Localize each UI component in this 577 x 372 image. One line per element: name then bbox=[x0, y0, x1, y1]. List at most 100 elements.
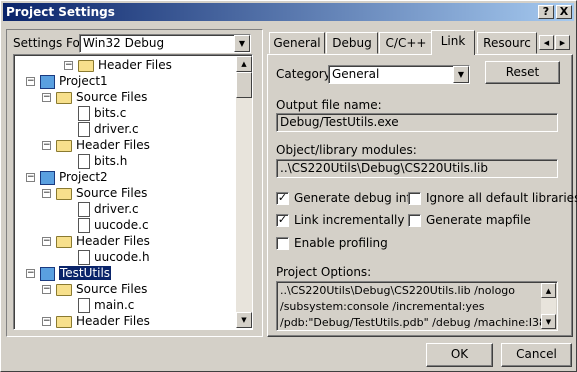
output-file-field[interactable]: Debug/TestUtils.exe bbox=[276, 113, 558, 132]
file-icon bbox=[78, 154, 90, 169]
file-icon bbox=[78, 298, 90, 313]
settings-for-combo[interactable]: Win32 Debug ▼ bbox=[79, 34, 251, 53]
file-icon bbox=[78, 106, 90, 121]
category-combo[interactable]: General ▼ bbox=[328, 65, 470, 84]
tree-folder-item[interactable]: Source Files bbox=[56, 89, 147, 105]
enable-profiling-label: Enable profiling bbox=[294, 236, 388, 250]
tab-debug[interactable]: Debug bbox=[326, 32, 378, 54]
collapse-icon[interactable]: − bbox=[26, 269, 35, 278]
file-icon bbox=[78, 202, 90, 217]
help-button[interactable]: ? bbox=[538, 5, 554, 19]
collapse-icon[interactable]: − bbox=[42, 93, 51, 102]
tab-resource[interactable]: Resourc bbox=[477, 32, 537, 54]
tree-item-label: bits.c bbox=[94, 106, 127, 120]
tree-project-item[interactable]: TestUtils bbox=[40, 265, 113, 281]
tree-project-item[interactable]: Project1 bbox=[40, 73, 108, 89]
tree-item-label: driver.c bbox=[94, 202, 139, 216]
link-incrementally-checkbox[interactable]: ✓ bbox=[276, 214, 289, 227]
scroll-down-icon[interactable]: ▼ bbox=[236, 312, 252, 328]
collapse-icon[interactable]: − bbox=[42, 237, 51, 246]
tree-folder-item[interactable]: Source Files bbox=[56, 281, 147, 297]
project-options-label: Project Options: bbox=[276, 265, 372, 279]
tree-file-item[interactable]: driver.c bbox=[78, 121, 139, 137]
tab-scroll-left-icon[interactable]: ◀ bbox=[539, 35, 554, 50]
tree-item-label: driver.c bbox=[94, 122, 139, 136]
tree-item-label: uucode.h bbox=[94, 250, 150, 264]
collapse-icon[interactable]: − bbox=[64, 61, 73, 70]
cancel-button[interactable]: Cancel bbox=[501, 343, 572, 367]
generate-mapfile-label: Generate mapfile bbox=[426, 213, 531, 227]
generate-mapfile-checkbox[interactable] bbox=[408, 214, 421, 227]
collapse-icon[interactable]: − bbox=[26, 77, 35, 86]
category-value: General bbox=[332, 67, 380, 81]
tab-cpp[interactable]: C/C++ bbox=[379, 32, 433, 54]
close-button[interactable]: X bbox=[556, 5, 572, 19]
collapse-icon[interactable]: − bbox=[26, 173, 35, 182]
option-line: /subsystem:console /incremental:yes bbox=[280, 300, 485, 313]
folder-icon bbox=[56, 187, 72, 200]
project-icon bbox=[40, 170, 55, 185]
tree-item-label: uucode.c bbox=[94, 218, 149, 232]
option-line: /pdb:"Debug/TestUtils.pdb" /debug /machi… bbox=[280, 316, 553, 329]
collapse-icon[interactable]: − bbox=[42, 141, 51, 150]
folder-icon bbox=[56, 235, 72, 248]
modules-field[interactable]: ..\CS220Utils\Debug\CS220Utils.lib bbox=[276, 159, 558, 178]
tree-folder-item[interactable]: Header Files bbox=[56, 137, 150, 153]
tree-item-label: Project2 bbox=[59, 170, 108, 184]
collapse-icon[interactable]: − bbox=[42, 285, 51, 294]
settings-for-value: Win32 Debug bbox=[83, 36, 165, 50]
output-file-label: Output file name: bbox=[276, 98, 382, 112]
title-bar: Project Settings bbox=[3, 3, 574, 21]
collapse-icon[interactable]: − bbox=[42, 317, 51, 326]
enable-profiling-checkbox[interactable] bbox=[276, 237, 289, 250]
tree-file-item[interactable]: bits.c bbox=[78, 105, 126, 121]
project-icon bbox=[40, 266, 55, 281]
tab-link[interactable]: Link bbox=[431, 30, 475, 55]
project-icon bbox=[40, 74, 55, 89]
tree-folder-item[interactable]: Source Files bbox=[56, 185, 147, 201]
ignore-libs-checkbox[interactable] bbox=[408, 192, 421, 205]
file-icon bbox=[78, 218, 90, 233]
tree-item-label: main.c bbox=[94, 298, 135, 312]
generate-debug-checkbox[interactable]: ✓ bbox=[276, 192, 289, 205]
chevron-down-icon[interactable]: ▼ bbox=[234, 35, 250, 52]
project-options-text[interactable]: ..\CS220Utils\Debug\CS220Utils.lib /nolo… bbox=[276, 281, 558, 331]
file-icon bbox=[78, 250, 90, 265]
category-label: Category: bbox=[276, 67, 334, 81]
tree-folder-item[interactable]: Header Files bbox=[56, 313, 150, 329]
tree-file-item[interactable]: bits.h bbox=[78, 153, 127, 169]
generate-debug-label: Generate debug info bbox=[294, 191, 419, 205]
tree-item-label: Header Files bbox=[76, 314, 150, 328]
link-incrementally-label: Link incrementally bbox=[294, 213, 405, 227]
ignore-libs-label: Ignore all default libraries bbox=[426, 191, 577, 205]
ok-button[interactable]: OK bbox=[426, 343, 493, 367]
scroll-thumb[interactable] bbox=[236, 72, 252, 98]
tab-general[interactable]: General bbox=[269, 32, 325, 54]
settings-for-label: Settings For: bbox=[13, 36, 89, 50]
tab-scroll-right-icon[interactable]: ▶ bbox=[555, 35, 570, 50]
project-tree[interactable]: Header Files − Project1− Source Files − bits.… bbox=[13, 54, 253, 330]
tree-file-item[interactable]: main.c bbox=[78, 297, 134, 313]
tree-item-label: TestUtils bbox=[57, 265, 113, 281]
project-settings-dialog: Project Settings ? X Settings For: Win32… bbox=[0, 0, 577, 372]
collapse-icon[interactable]: − bbox=[42, 189, 51, 198]
tree-item-label: Source Files bbox=[76, 90, 148, 104]
scroll-down-icon[interactable]: ▼ bbox=[541, 314, 556, 329]
folder-icon bbox=[56, 283, 72, 296]
modules-label: Object/library modules: bbox=[276, 143, 417, 157]
tree-file-item[interactable]: driver.c bbox=[78, 201, 139, 217]
link-tab-panel: Category: General ▼ Reset Output file na… bbox=[267, 54, 577, 337]
scroll-up-icon[interactable]: ▲ bbox=[541, 283, 556, 298]
tree-file-item[interactable]: uucode.h bbox=[78, 249, 150, 265]
chevron-down-icon[interactable]: ▼ bbox=[453, 66, 469, 83]
folder-icon bbox=[56, 139, 72, 152]
tree-folder-item[interactable]: Header Files bbox=[78, 57, 172, 73]
reset-button[interactable]: Reset bbox=[485, 61, 560, 84]
folder-icon bbox=[78, 59, 94, 72]
tree-project-item[interactable]: Project2 bbox=[40, 169, 108, 185]
tree-file-item[interactable]: uucode.c bbox=[78, 217, 149, 233]
tree-item-label: Header Files bbox=[76, 138, 150, 152]
scroll-up-icon[interactable]: ▲ bbox=[236, 56, 252, 72]
tree-folder-item[interactable]: Header Files bbox=[56, 233, 150, 249]
tree-item-label: Project1 bbox=[59, 74, 108, 88]
